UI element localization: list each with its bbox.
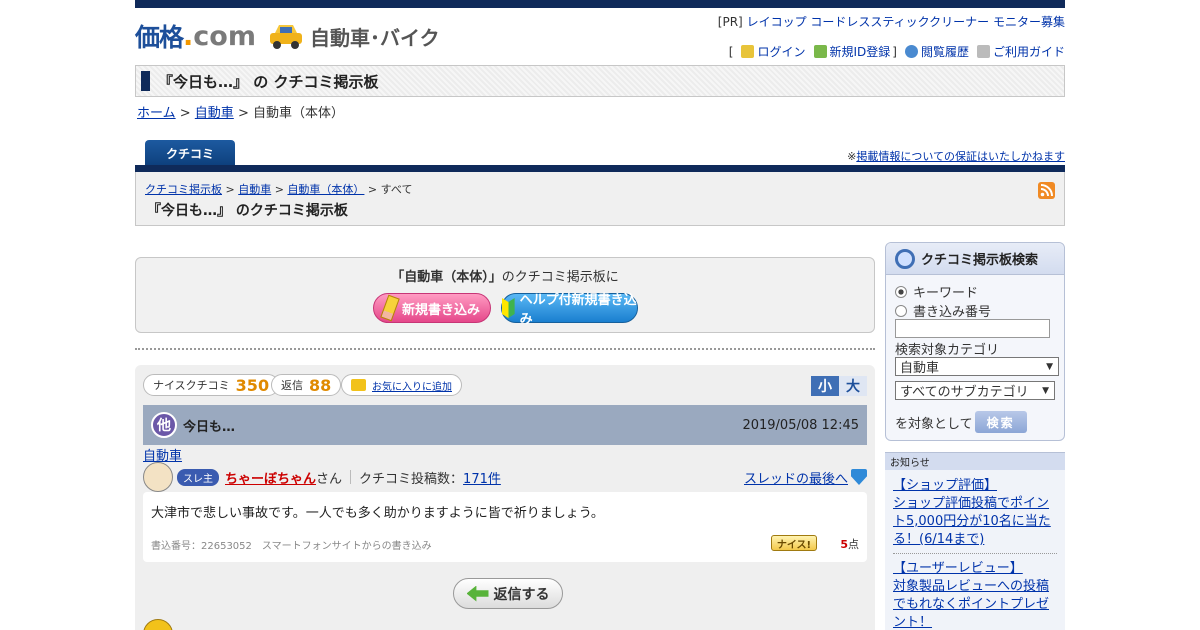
font-small-button[interactable]: 小 [811,376,839,396]
category-label: 検索対象カテゴリ [895,343,1000,358]
search-panel: クチコミ掲示板検索 キーワード 書き込み番号 検索対象カテゴリ 自動車 ▼ すべて… [885,242,1065,441]
pr-banner: [PR] レイコップ コードレススティッククリーナー モニター募集 [717,15,1065,29]
guide-link[interactable]: ご利用ガイド [993,43,1065,60]
page-title: 『今日も…』 の クチコミ掲示板 [158,72,379,91]
breadcrumb-current: 自動車（本体） [252,106,344,121]
disclaimer: ※掲載情報についての保証はいたしかねます [847,150,1065,163]
thread-owner-badge: スレ主 [177,468,219,486]
search-input[interactable] [895,319,1050,338]
login-link[interactable]: ログイン [757,43,805,60]
post-count-link[interactable]: 171件 [463,468,501,487]
arrow-down-icon [851,469,867,485]
board-crumb-car[interactable]: 自動車 [238,183,271,196]
board-crumb-body[interactable]: 自動車（本体） [287,183,364,196]
font-large-button[interactable]: 大 [839,376,867,396]
breadcrumb: ホーム > 自動車 > 自動車（本体） [137,106,344,121]
page-title-bar: 『今日も…』 の クチコミ掲示板 [135,65,1065,97]
new-id-icon [813,45,827,58]
thread-datetime: 2019/05/08 12:45 [742,417,859,433]
title-marker [141,71,150,91]
board-breadcrumb: クチコミ掲示板 > 自動車 > 自動車（本体） > すべて [145,183,413,196]
tab-kuchikomi[interactable]: クチコミ [145,140,235,166]
message-meta: 書込番号：22653052 スマートフォンサイトからの書き込み [151,541,432,552]
search-header: クチコミ掲示板検索 [886,243,1064,275]
tab-underline [135,165,1065,172]
to-last-link[interactable]: スレッドの最後へ [744,468,867,487]
notice-item-review[interactable]: 【ユーザーレビュー】 対象製品レビューへの投稿でもれなくポイントプレゼント！ [893,560,1051,630]
logo-main: 価格 [135,23,184,52]
category-select[interactable]: 自動車 ▼ [895,357,1059,376]
disclaimer-link[interactable]: 掲載情報についての保証はいたしかねます [856,150,1065,163]
signup-link[interactable]: 新規ID登録 [830,43,891,60]
help-post-button[interactable]: ヘルプ付新規書き込み [501,293,638,327]
avatar[interactable] [143,462,173,492]
board-title: 『今日も…』 のクチコミ掲示板 [147,203,348,219]
user-nav: [ ログイン 新規ID登録 ] 閲覧履歴 ご利用ガイド [728,43,1065,60]
search-button[interactable]: 検索 [974,411,1027,433]
folder-icon [351,379,366,391]
pencil-icon [380,294,400,322]
reply-count-pill: 返信 88 [271,374,342,396]
font-size-toggle: 小 大 [811,376,867,396]
notice-header: お知らせ [885,453,1065,470]
guide-icon [976,45,990,58]
history-icon [904,45,918,58]
car-icon [268,22,304,50]
site-logo[interactable]: 価格 .com 自動車･バイク [135,20,440,53]
author-name-link[interactable]: ちゃーぼちゃん [225,468,316,487]
nice-button[interactable]: ナイス! [771,535,817,551]
next-post-row [143,619,867,630]
radio-keyword[interactable]: キーワード [895,282,978,301]
radio-post-number[interactable]: 書き込み番号 [895,301,991,320]
thread-author-row: スレ主 ちゃーぼちゃん さん クチコミ投稿数： 171件 スレッドの最後へ [143,462,867,492]
pr-link[interactable]: レイコップ コードレススティッククリーナー モニター募集 [747,15,1065,29]
message-body: 大津市で悲しい事故です。一人でも多く助かりますように皆で祈りましょう。 書込番号… [143,492,867,562]
reply-button[interactable]: 返信する [453,578,563,609]
message-text: 大津市で悲しい事故です。一人でも多く助かりますように皆で祈りましょう。 [151,506,604,521]
thread-title-bar: 他 今日も… 2019/05/08 12:45 [143,405,867,445]
nice-count-pill: ナイスクチコミ 350 [143,374,280,396]
notice-item-shop[interactable]: 【ショップ評価】 ショップ評価投稿でポイント5,000円分が10名に当たる！(6… [893,477,1051,549]
post-box: 「自動車（本体）」のクチコミ掲示板に 新規書き込み ヘルプ付新規書き込み [135,257,875,333]
search-icon [895,248,915,269]
key-icon [741,45,755,58]
section-title: 自動車･バイク [309,25,440,50]
thread-panel: ナイスクチコミ 350 返信 88 お気に入りに追加 小 大 他 今日も… 2019… [135,365,875,630]
subcategory-select[interactable]: すべてのサブカテゴリ ▼ [895,381,1055,400]
post-lead: 「自動車（本体）」のクチコミ掲示板に [391,270,619,285]
search-target-row: を対象として 検索 [895,411,1027,433]
top-bar [135,0,1065,8]
favorite-button[interactable]: お気に入りに追加 [341,374,462,396]
avatar[interactable] [143,619,173,630]
chevron-down-icon: ▼ [1046,361,1053,372]
breadcrumb-car[interactable]: 自動車 [195,106,234,121]
beginner-mark-icon [502,298,515,318]
board-header: クチコミ掲示板 > 自動車 > 自動車（本体） > すべて 『今日も…』 のクチ… [135,172,1065,226]
logo-dotcom: .com [183,20,256,52]
chevron-down-icon: ▼ [1042,385,1049,396]
breadcrumb-home[interactable]: ホーム [137,106,176,121]
new-post-button[interactable]: 新規書き込み [373,293,491,323]
history-link[interactable]: 閲覧履歴 [921,43,969,60]
other-category-icon: 他 [151,412,177,438]
nice-points: 5点 [840,538,859,551]
thread-title: 今日も… [183,419,236,435]
reply-count: 88 [309,375,332,395]
nice-count: 350 [235,375,270,395]
divider-dotted [135,348,875,350]
reply-arrow-icon [466,585,489,602]
rss-icon[interactable] [1038,182,1055,199]
notice-panel: お知らせ 【ショップ評価】 ショップ評価投稿でポイント5,000円分が10名に当… [885,452,1065,630]
board-crumb-board[interactable]: クチコミ掲示板 [145,183,222,196]
